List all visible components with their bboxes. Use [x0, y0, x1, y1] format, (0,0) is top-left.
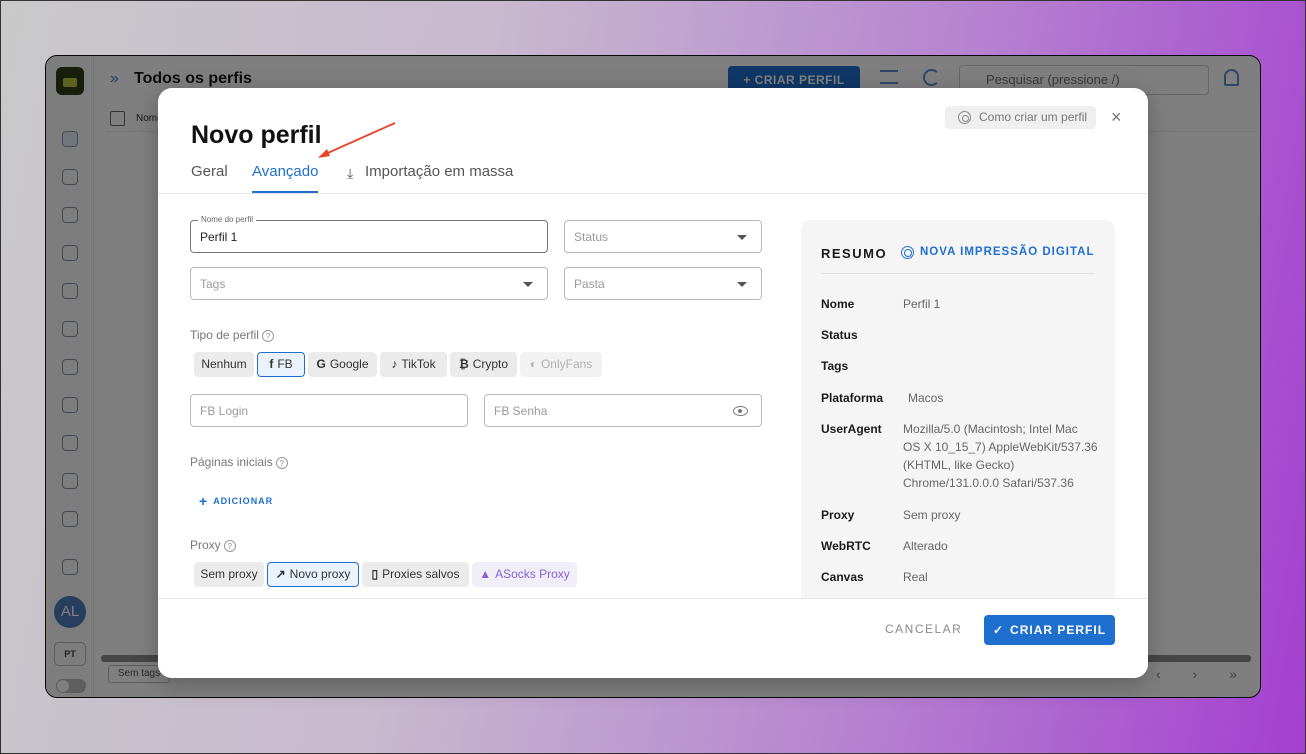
tab-import-label: Importação em massa — [365, 163, 514, 180]
profile-name-value: Perfil 1 — [200, 230, 238, 244]
folder-placeholder: Pasta — [574, 277, 605, 291]
summary-label-tags: Tags — [821, 359, 849, 373]
proxy-option-new[interactable]: ↗ Novo proxy — [267, 562, 359, 587]
tab-avancado[interactable]: Avançado — [252, 163, 319, 193]
download-icon: ⤓ — [347, 165, 354, 181]
chip-label: Novo proxy — [289, 567, 351, 581]
help-question-icon[interactable]: ? — [223, 540, 236, 552]
help-button-label: Como criar um perfil — [979, 110, 1088, 124]
eye-icon[interactable] — [733, 406, 748, 416]
new-proxy-icon: ↗ — [275, 567, 286, 581]
summary-value-webrtc: Alterado — [903, 539, 948, 553]
summary-value-canvas: Real — [903, 570, 928, 584]
close-icon[interactable]: × — [1111, 107, 1122, 127]
summary-label-useragent: UserAgent — [821, 422, 882, 436]
summary-title: RESUMO — [821, 246, 888, 261]
chip-label: FB — [277, 357, 293, 371]
caret-down-icon — [737, 282, 747, 287]
status-select[interactable]: Status — [564, 220, 762, 253]
bitcoin-icon: ₿ — [458, 357, 469, 371]
caret-down-icon — [737, 235, 747, 240]
fb-login-input[interactable]: FB Login — [190, 394, 468, 427]
cancel-button[interactable]: CANCELAR — [885, 622, 962, 636]
summary-label-proxy: Proxy — [821, 508, 855, 522]
add-start-page-button[interactable]: + ADICIONAR — [199, 493, 273, 509]
summary-value-platform: Macos — [903, 389, 1098, 408]
chip-label: Proxies salvos — [382, 567, 460, 581]
lifebuoy-icon — [958, 111, 971, 124]
summary-label-nome: Nome — [821, 297, 855, 311]
profile-name-label: Nome do perfil — [198, 215, 257, 225]
summary-divider — [821, 273, 1095, 274]
help-question-icon[interactable]: ? — [275, 457, 288, 469]
fingerprint-icon — [901, 246, 914, 259]
status-placeholder: Status — [574, 230, 609, 244]
proxy-option-saved[interactable]: ▯ Proxies salvos — [362, 562, 469, 587]
summary-label-status: Status — [821, 328, 858, 342]
modal-title: Novo perfil — [191, 121, 322, 149]
onlyfans-icon: ◐ — [529, 357, 537, 371]
google-icon: G — [316, 357, 326, 371]
summary-panel: RESUMO NOVA IMPRESSÃO DIGITAL Nome Perfi… — [801, 220, 1115, 610]
create-button-label: CRIAR PERFIL — [1010, 623, 1107, 637]
profile-type-onlyfans: ◐ OnlyFans — [520, 352, 602, 377]
facebook-icon: f — [269, 357, 274, 371]
fb-password-placeholder: FB Senha — [494, 404, 548, 418]
asocks-icon: ▲ — [479, 567, 492, 581]
proxy-option-asocks[interactable]: ▲ ASocks Proxy — [472, 562, 577, 587]
summary-label-canvas: Canvas — [821, 570, 864, 584]
tab-importacao-em-massa[interactable]: ⤓ Importação em massa — [345, 163, 513, 193]
how-to-create-profile-button[interactable]: Como criar um perfil — [945, 106, 1096, 129]
profile-type-label-text: Tipo de perfil — [190, 328, 259, 342]
summary-value-nome: Perfil 1 — [903, 297, 941, 311]
fb-login-placeholder: FB Login — [200, 404, 249, 418]
profile-type-fb[interactable]: f FB — [257, 352, 305, 377]
chip-label: ASocks Proxy — [495, 567, 570, 581]
fb-password-input[interactable]: FB Senha — [484, 394, 762, 427]
profile-type-google[interactable]: G Google — [308, 352, 377, 377]
start-pages-label-text: Páginas iniciais — [190, 455, 273, 469]
create-profile-button[interactable]: ✓ CRIAR PERFIL — [984, 615, 1115, 645]
summary-label-webrtc: WebRTC — [821, 539, 871, 553]
caret-down-icon — [523, 282, 533, 287]
chip-label: OnlyFans — [540, 357, 593, 371]
chip-label: Google — [329, 357, 369, 371]
platform-value: Macos — [908, 391, 944, 405]
profile-type-crypto[interactable]: ₿ Crypto — [450, 352, 517, 377]
annotation-arrow — [318, 122, 396, 158]
chip-label: Sem proxy — [200, 567, 258, 581]
plus-icon: + — [199, 493, 209, 509]
start-pages-label: Páginas iniciais? — [190, 455, 288, 469]
proxy-option-none[interactable]: Sem proxy — [194, 562, 264, 587]
tab-geral[interactable]: Geral — [191, 163, 228, 193]
fingerprint-button-label: NOVA IMPRESSÃO DIGITAL — [920, 246, 1095, 258]
chip-label: TikTok — [401, 357, 436, 371]
profile-type-none[interactable]: Nenhum — [194, 352, 254, 377]
footer-divider — [158, 598, 1148, 599]
proxy-label: Proxy? — [190, 538, 236, 552]
folder-select[interactable]: Pasta — [564, 267, 762, 300]
chip-label: Nenhum — [201, 357, 247, 371]
tags-placeholder: Tags — [200, 277, 226, 291]
tags-select[interactable]: Tags — [190, 267, 548, 300]
tiktok-icon: ♪ — [391, 357, 398, 371]
tabs-divider — [158, 193, 1148, 194]
profile-type-label: Tipo de perfil? — [190, 328, 274, 342]
add-button-label: ADICIONAR — [213, 496, 274, 506]
new-fingerprint-button[interactable]: NOVA IMPRESSÃO DIGITAL — [901, 246, 1095, 259]
profile-name-field[interactable]: Nome do perfil Perfil 1 — [190, 215, 548, 253]
proxy-label-text: Proxy — [190, 538, 221, 552]
new-profile-modal: Novo perfil Como criar um perfil × Geral… — [158, 88, 1148, 678]
profile-type-tiktok[interactable]: ♪ TikTok — [380, 352, 447, 377]
summary-value-useragent: Mozilla/5.0 (Macintosh; Intel Mac OS X 1… — [903, 422, 1098, 490]
summary-value-proxy: Sem proxy — [903, 508, 961, 522]
summary-label-platform: Plataforma — [821, 391, 884, 405]
chip-label: Crypto — [472, 357, 509, 371]
help-question-icon[interactable]: ? — [261, 330, 274, 342]
bookmark-icon: ▯ — [371, 567, 379, 581]
check-icon: ✓ — [992, 623, 1005, 637]
